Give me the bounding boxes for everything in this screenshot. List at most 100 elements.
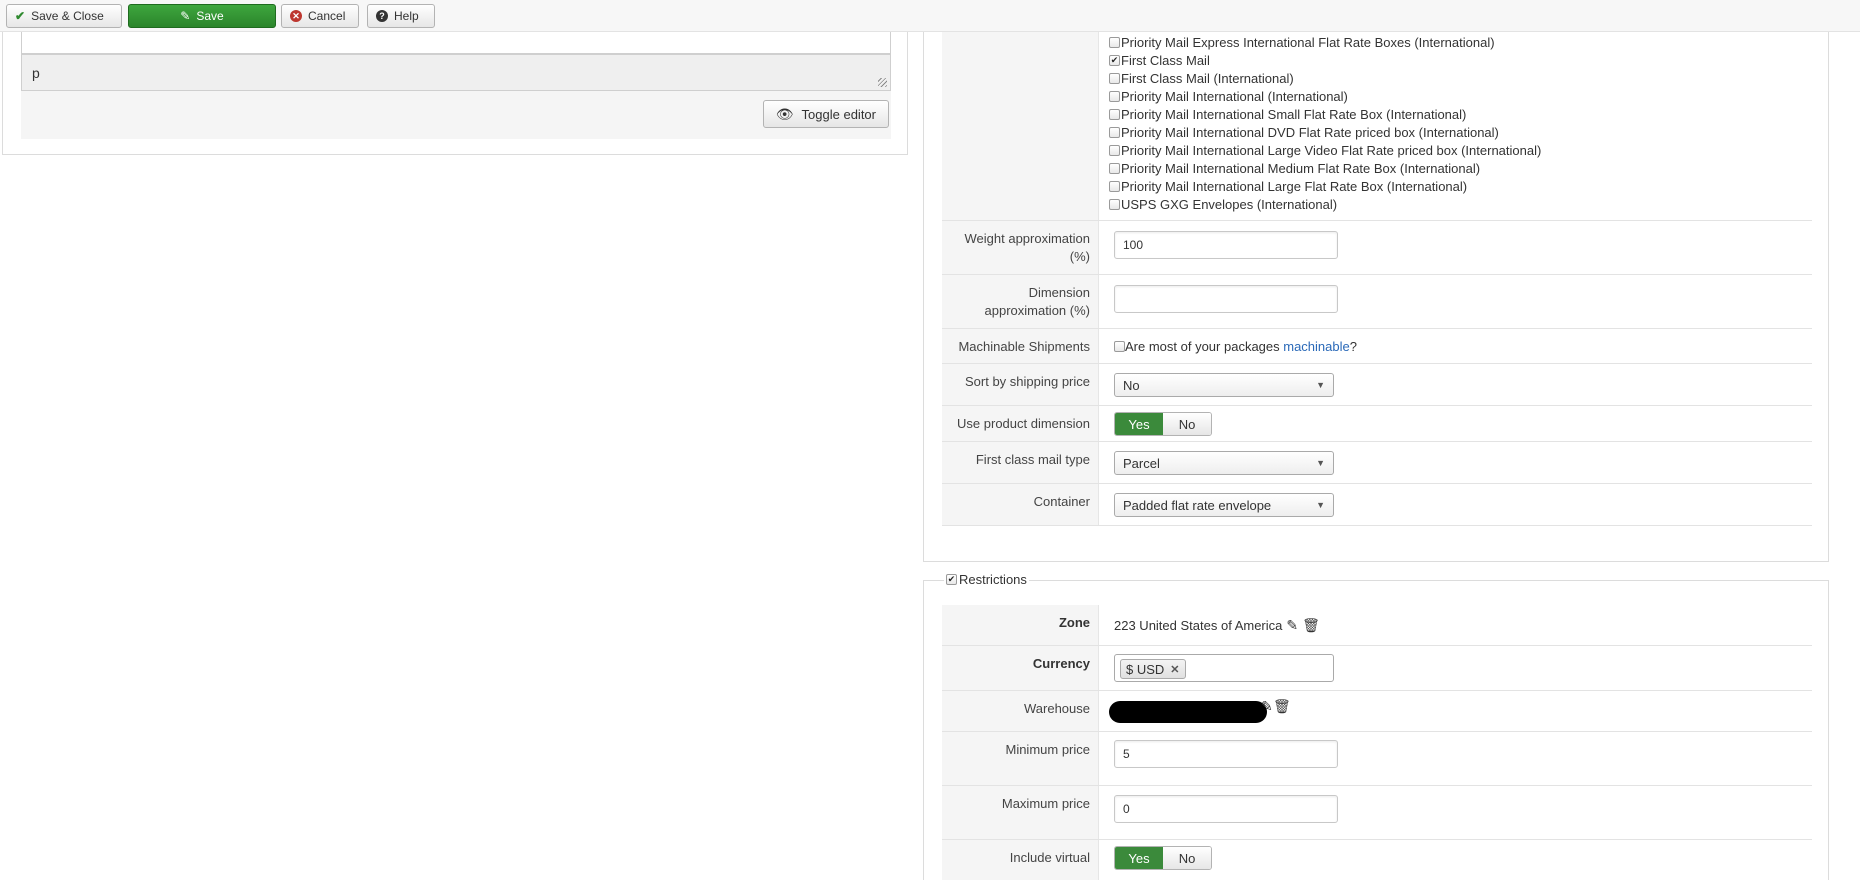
- use-dimension-label: Use product dimension: [942, 406, 1099, 441]
- zone-row: Zone 223 United States of America ✎ 🗑: [942, 605, 1812, 646]
- container-select[interactable]: Padded flat rate envelope ▼: [1114, 493, 1334, 517]
- editor-content[interactable]: [21, 32, 891, 54]
- service-checkbox[interactable]: [1109, 162, 1120, 174]
- service-option[interactable]: Priority Mail International Medium Flat …: [1109, 159, 1541, 177]
- service-label: USPS GXG Envelopes (International): [1121, 196, 1338, 212]
- currency-chip-label: $ USD: [1126, 661, 1165, 677]
- use-dimension-no[interactable]: No: [1163, 413, 1211, 435]
- service-checkbox[interactable]: [1109, 126, 1120, 138]
- service-label: First Class Mail: [1121, 52, 1210, 68]
- sort-select-value: No: [1123, 378, 1140, 393]
- toggle-editor-button[interactable]: 👁 Toggle editor: [762, 100, 889, 128]
- max-price-row: Maximum price 0: [942, 786, 1812, 840]
- services-row: Priority Mail Express International Flat…: [942, 32, 1812, 221]
- include-virtual-no[interactable]: No: [1163, 847, 1211, 869]
- machinable-checkbox[interactable]: [1114, 340, 1125, 352]
- restrictions-legend: ✔ Restrictions: [944, 572, 1029, 587]
- check-icon: ✔: [15, 9, 26, 23]
- first-class-row: First class mail type Parcel ▼: [942, 442, 1812, 484]
- save-close-label: Save & Close: [31, 9, 104, 23]
- resize-grip-icon[interactable]: [878, 78, 887, 87]
- service-checkbox[interactable]: [1109, 72, 1120, 84]
- dimension-label: Dimension approximation (%): [942, 275, 1099, 328]
- container-value: Padded flat rate envelope: [1123, 498, 1272, 513]
- service-option[interactable]: Priority Mail International DVD Flat Rat…: [1109, 123, 1541, 141]
- include-virtual-label: Include virtual: [942, 840, 1099, 880]
- cancel-label: Cancel: [308, 9, 346, 23]
- dimension-input[interactable]: [1114, 285, 1338, 313]
- restrictions-legend-label: Restrictions: [959, 572, 1027, 587]
- service-checkbox[interactable]: ✔: [1109, 54, 1120, 66]
- service-checkbox[interactable]: [1109, 36, 1120, 48]
- service-option[interactable]: Priority Mail International (Internation…: [1109, 87, 1541, 105]
- use-dimension-yes[interactable]: Yes: [1115, 413, 1163, 435]
- warehouse-row: Warehouse ✎ 🗑: [942, 691, 1812, 732]
- save-label: Save: [196, 9, 224, 23]
- service-checkbox[interactable]: [1109, 144, 1120, 156]
- warehouse-value-redacted: [1109, 701, 1267, 723]
- first-class-select[interactable]: Parcel ▼: [1114, 451, 1334, 475]
- currency-input[interactable]: $ USD ✕: [1114, 654, 1334, 682]
- first-class-value: Parcel: [1123, 456, 1160, 471]
- max-price-label: Maximum price: [942, 786, 1099, 839]
- min-price-input[interactable]: 5: [1114, 740, 1338, 768]
- close-icon[interactable]: ✕: [1170, 663, 1179, 676]
- pencil-icon[interactable]: ✎: [1261, 698, 1273, 715]
- help-button[interactable]: ? Help: [367, 4, 435, 28]
- zone-value: 223 United States of America: [1114, 617, 1283, 633]
- editor-path: p: [32, 65, 40, 81]
- max-price-input[interactable]: 0: [1114, 795, 1338, 823]
- services-list: Priority Mail Express International Flat…: [1109, 33, 1541, 213]
- save-button[interactable]: ✎ Save: [128, 4, 276, 28]
- service-option[interactable]: Priority Mail International Large Video …: [1109, 141, 1541, 159]
- service-checkbox[interactable]: [1109, 198, 1120, 210]
- weight-row: Weight approximation (%) 100: [942, 221, 1812, 275]
- save-close-button[interactable]: ✔ Save & Close: [6, 4, 122, 28]
- edit-icon: ✎: [180, 9, 191, 23]
- machinable-link[interactable]: machinable: [1283, 339, 1350, 354]
- use-dimension-row: Use product dimension Yes No: [942, 406, 1812, 442]
- pencil-icon[interactable]: ✎: [1286, 617, 1298, 634]
- sort-select[interactable]: No ▼: [1114, 373, 1334, 397]
- service-option[interactable]: ✔ First Class Mail: [1109, 51, 1541, 69]
- service-label: Priority Mail International (Internation…: [1121, 88, 1348, 104]
- service-option[interactable]: Priority Mail International Small Flat R…: [1109, 105, 1541, 123]
- dimension-row: Dimension approximation (%): [942, 275, 1812, 329]
- editor-statusbar: p: [21, 54, 891, 91]
- service-label: Priority Mail International Large Flat R…: [1121, 178, 1468, 194]
- service-label: First Class Mail (International): [1121, 70, 1294, 86]
- chevron-down-icon: ▼: [1316, 458, 1325, 468]
- chevron-down-icon: ▼: [1316, 380, 1325, 390]
- service-option[interactable]: First Class Mail (International): [1109, 69, 1541, 87]
- trash-icon[interactable]: 🗑: [1302, 617, 1320, 634]
- machinable-text: Are most of your packages: [1125, 338, 1284, 354]
- include-virtual-yes[interactable]: Yes: [1115, 847, 1163, 869]
- zone-label: Zone: [942, 605, 1099, 645]
- restrictions-checkbox[interactable]: ✔: [946, 574, 957, 585]
- toolbar: ✔ Save & Close ✎ Save ✕ Cancel ? Help: [0, 0, 1860, 32]
- service-checkbox[interactable]: [1109, 108, 1120, 120]
- service-label: Priority Mail International Medium Flat …: [1121, 160, 1481, 176]
- service-checkbox[interactable]: [1109, 90, 1120, 102]
- service-label: Priority Mail Express International Flat…: [1121, 34, 1495, 50]
- service-option[interactable]: USPS GXG Envelopes (International): [1109, 195, 1541, 213]
- weight-input[interactable]: 100: [1114, 231, 1338, 259]
- editor-footer: [21, 91, 891, 139]
- use-dimension-toggle: Yes No: [1114, 412, 1212, 436]
- container-row: Container Padded flat rate envelope ▼: [942, 484, 1812, 526]
- machinable-row: Machinable Shipments Are most of your pa…: [942, 329, 1812, 364]
- currency-label: Currency: [942, 646, 1099, 690]
- include-virtual-row: Include virtual Yes No: [942, 840, 1812, 880]
- trash-icon[interactable]: 🗑: [1273, 698, 1291, 715]
- service-label: Priority Mail International Small Flat R…: [1121, 106, 1467, 122]
- container-label: Container: [942, 484, 1099, 525]
- min-price-label: Minimum price: [942, 732, 1099, 785]
- service-option[interactable]: Priority Mail International Large Flat R…: [1109, 177, 1541, 195]
- shipping-options-panel: Priority Mail Express International Flat…: [923, 32, 1829, 562]
- cancel-button[interactable]: ✕ Cancel: [281, 4, 359, 28]
- chevron-down-icon: ▼: [1316, 500, 1325, 510]
- sort-row: Sort by shipping price No ▼: [942, 364, 1812, 406]
- editor-panel: p 👁 Toggle editor: [2, 32, 908, 155]
- service-option[interactable]: Priority Mail Express International Flat…: [1109, 33, 1541, 51]
- service-checkbox[interactable]: [1109, 180, 1120, 192]
